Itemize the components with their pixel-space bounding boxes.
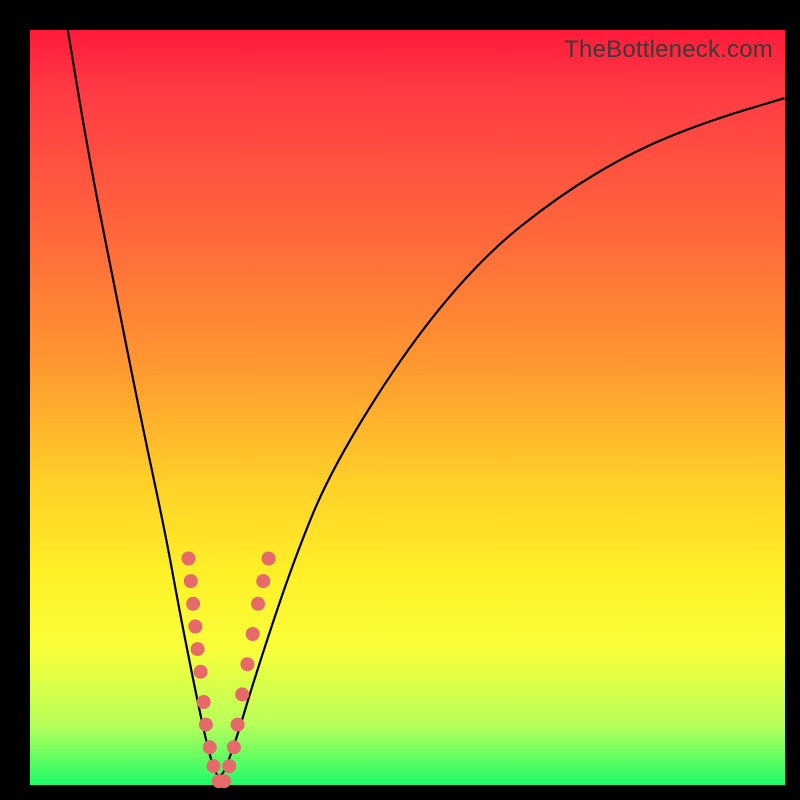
data-marker <box>184 574 198 588</box>
data-marker <box>194 665 208 679</box>
curve-path <box>68 30 785 776</box>
data-marker <box>186 597 200 611</box>
data-marker <box>235 687 249 701</box>
chart-frame: TheBottleneck.com <box>0 0 800 800</box>
data-marker <box>227 740 241 754</box>
data-marker <box>256 574 270 588</box>
data-marker <box>246 627 260 641</box>
bottleneck-curve <box>30 30 785 785</box>
data-marker <box>199 718 213 732</box>
data-marker <box>231 718 245 732</box>
data-marker <box>222 759 236 773</box>
data-marker <box>251 597 265 611</box>
data-marker <box>217 774 231 788</box>
data-marker <box>207 759 221 773</box>
data-marker <box>240 657 254 671</box>
data-marker <box>191 642 205 656</box>
data-marker <box>262 552 276 566</box>
markers-group <box>182 552 276 789</box>
data-marker <box>188 620 202 634</box>
data-marker <box>182 552 196 566</box>
data-marker <box>203 740 217 754</box>
plot-area: TheBottleneck.com <box>30 30 785 785</box>
data-marker <box>197 695 211 709</box>
